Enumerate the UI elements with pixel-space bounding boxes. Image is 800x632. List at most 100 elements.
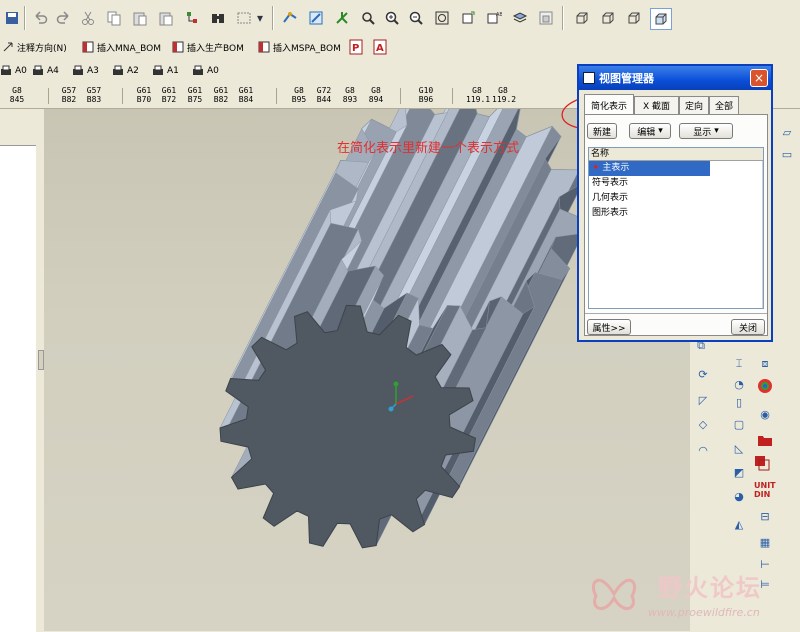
no-hidden-icon[interactable] bbox=[624, 8, 644, 28]
tolerance-bottom: B83 bbox=[86, 95, 102, 104]
chamfer-icon[interactable]: ◺ bbox=[730, 439, 748, 457]
insert-mna-bom-button[interactable]: 插入MNA_BOM bbox=[82, 39, 161, 55]
folder-icon[interactable] bbox=[756, 431, 774, 449]
shell-icon[interactable]: ◇ bbox=[694, 415, 712, 433]
select-box-icon[interactable] bbox=[234, 8, 254, 28]
shading-icon[interactable] bbox=[650, 8, 672, 30]
zoom-area-icon[interactable] bbox=[358, 8, 378, 28]
new-button[interactable]: 新建 bbox=[587, 123, 617, 139]
tolerance-button[interactable]: G61 B82 bbox=[210, 86, 232, 104]
regenerate-icon[interactable] bbox=[182, 8, 202, 28]
list-item[interactable]: 图形表示 bbox=[589, 206, 710, 221]
save-icon[interactable] bbox=[2, 8, 22, 28]
datum-icon[interactable]: ▱ bbox=[778, 123, 796, 141]
color-icon[interactable] bbox=[756, 377, 774, 395]
datum-plane-icon[interactable]: ▭ bbox=[778, 145, 796, 163]
tolerance-top: G8 bbox=[371, 86, 381, 95]
tolerance-button[interactable]: G57 B82 bbox=[58, 86, 80, 104]
spin-center-icon[interactable] bbox=[306, 8, 326, 28]
hidden-line-icon[interactable] bbox=[598, 8, 618, 28]
dialog-titlebar[interactable]: 视图管理器 bbox=[579, 66, 771, 90]
paper-size-a3-button[interactable]: A3 bbox=[72, 63, 99, 79]
extrude-icon[interactable]: ◩ bbox=[730, 463, 748, 481]
split-icon[interactable]: ⌶ bbox=[730, 355, 748, 373]
edit-button[interactable]: 编辑 ▾ bbox=[629, 123, 671, 139]
layers-icon[interactable] bbox=[510, 8, 530, 28]
model-tree-area[interactable] bbox=[0, 145, 36, 632]
find-icon[interactable] bbox=[208, 8, 228, 28]
paper-size-a0-button[interactable]: A0 bbox=[0, 63, 27, 79]
chevron-down-icon: ▾ bbox=[714, 126, 719, 136]
dialog-close-button[interactable]: × bbox=[750, 69, 768, 87]
list-item[interactable]: 几何表示 bbox=[589, 191, 710, 206]
paper-size-a2-button[interactable]: A2 bbox=[112, 63, 139, 79]
tolerance-button[interactable]: G8 893 bbox=[339, 86, 361, 104]
tolerance-top: G8 bbox=[294, 86, 304, 95]
paste-special-icon[interactable] bbox=[156, 8, 176, 28]
merge-icon[interactable]: ⧈ bbox=[756, 355, 774, 373]
sweep-icon[interactable]: ◠ bbox=[694, 441, 712, 459]
tolerance-button[interactable]: G8 B95 bbox=[288, 86, 310, 104]
saved-views-icon[interactable]: AB bbox=[484, 8, 504, 28]
redo-icon[interactable] bbox=[54, 8, 74, 28]
butterfly-logo bbox=[591, 578, 637, 610]
paper-size-a1-button[interactable]: A1 bbox=[152, 63, 179, 79]
tolerance-button[interactable]: G8 845 bbox=[6, 86, 28, 104]
chevron-down-icon[interactable]: ▾ bbox=[254, 8, 266, 28]
tab-simplified-rep[interactable]: 简化表示 bbox=[584, 94, 634, 115]
tolerance-button[interactable]: G61 B70 bbox=[133, 86, 155, 104]
draft-icon[interactable]: ◸ bbox=[694, 391, 712, 409]
unit-icon[interactable] bbox=[754, 455, 772, 473]
tab-all[interactable]: 全部 bbox=[709, 96, 739, 114]
view-manager-icon[interactable] bbox=[536, 8, 556, 28]
cut-icon[interactable] bbox=[78, 8, 98, 28]
orient-icon[interactable] bbox=[332, 8, 352, 28]
tab-cross-section[interactable]: X 截面 bbox=[634, 96, 679, 114]
pdf-annotate-icon[interactable]: A bbox=[370, 37, 390, 57]
blend-icon[interactable]: ◭ bbox=[730, 515, 748, 533]
copy-icon[interactable] bbox=[104, 8, 124, 28]
insert-production-bom-button[interactable]: 插入生产BOM bbox=[172, 39, 244, 55]
tolerance-button[interactable]: G57 B83 bbox=[83, 86, 105, 104]
rib-icon[interactable]: ▢ bbox=[730, 415, 748, 433]
table-icon bbox=[172, 41, 184, 53]
tolerance-bottom: B44 bbox=[316, 95, 332, 104]
list-item[interactable]: 符号表示 bbox=[589, 176, 710, 191]
repaint-icon[interactable] bbox=[280, 8, 300, 28]
rotate-icon[interactable]: ⟳ bbox=[694, 365, 712, 383]
wireframe-icon[interactable] bbox=[572, 8, 592, 28]
reorient-icon[interactable] bbox=[458, 8, 478, 28]
calc-icon[interactable]: ▦ bbox=[756, 533, 774, 551]
pdf-export-icon[interactable]: P bbox=[346, 37, 366, 57]
round-icon[interactable]: ◔ bbox=[730, 375, 748, 393]
representation-list[interactable]: 名称 ✦ 主表示 符号表示 几何表示 图形表示 bbox=[588, 147, 764, 309]
zoom-in-icon[interactable] bbox=[382, 8, 402, 28]
relations-icon[interactable]: ⊟ bbox=[756, 507, 774, 525]
tolerance-button[interactable]: G8 894 bbox=[365, 86, 387, 104]
tolerance-button[interactable]: G61 B72 bbox=[158, 86, 180, 104]
display-button[interactable]: 显示 ▾ bbox=[679, 123, 733, 139]
tolerance-button[interactable]: G8 119.2 bbox=[492, 86, 516, 104]
list-item[interactable]: ✦ 主表示 bbox=[589, 161, 710, 176]
info-icon[interactable]: ◉ bbox=[756, 405, 774, 423]
tolerance-button[interactable]: G61 B75 bbox=[184, 86, 206, 104]
tolerance-button[interactable]: G61 B84 bbox=[235, 86, 257, 104]
close-button[interactable]: 关闭 bbox=[731, 319, 765, 335]
insert-mspa-bom-button[interactable]: 插入MSPA_BOM bbox=[258, 39, 341, 55]
tolerance-button[interactable]: G72 B44 bbox=[313, 86, 335, 104]
paper-size-a0-alt-button[interactable]: A0 bbox=[192, 63, 219, 79]
refit-icon[interactable] bbox=[432, 8, 452, 28]
paper-size-a4-button[interactable]: A4 bbox=[32, 63, 59, 79]
tab-orientation[interactable]: 定向 bbox=[679, 96, 709, 114]
revolve-icon[interactable]: ◕ bbox=[730, 487, 748, 505]
hole-icon[interactable]: ▯ bbox=[730, 393, 748, 411]
paste-icon[interactable] bbox=[130, 8, 150, 28]
undo-icon[interactable] bbox=[30, 8, 50, 28]
properties-button[interactable]: 属性>> bbox=[587, 319, 631, 335]
unit-din-icon[interactable]: UNIT DIN bbox=[754, 481, 776, 499]
tolerance-button[interactable]: G10 B96 bbox=[415, 86, 437, 104]
annotation-direction-button[interactable]: 注释方向(N) bbox=[2, 39, 67, 55]
zoom-out-icon[interactable] bbox=[406, 8, 426, 28]
tolerance-button[interactable]: G8 119.1 bbox=[466, 86, 490, 104]
tolerance-top: G8 bbox=[472, 86, 482, 95]
